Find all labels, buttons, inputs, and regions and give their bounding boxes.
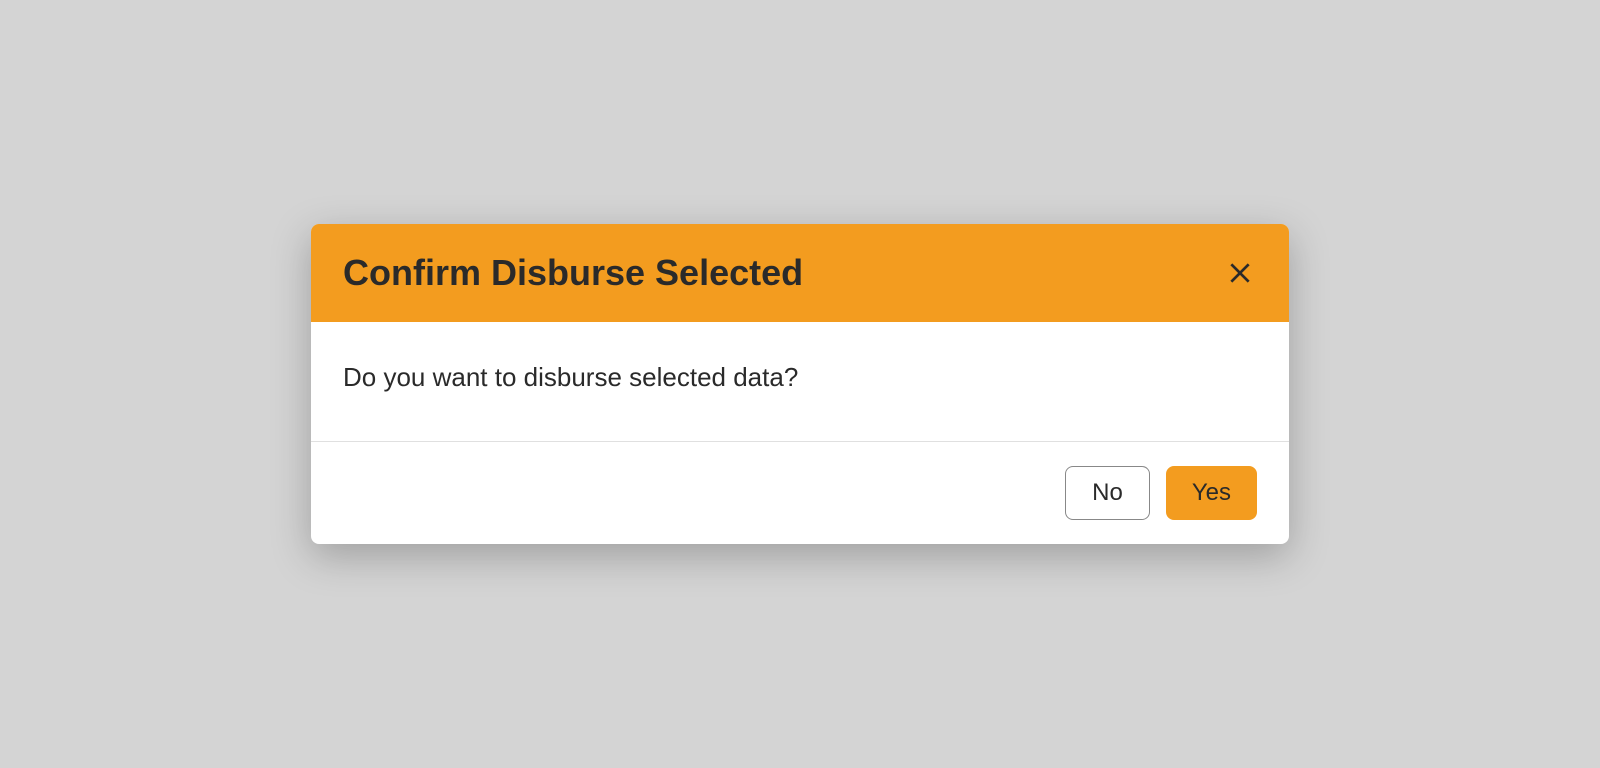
dialog-body: Do you want to disburse selected data? [311, 322, 1289, 442]
no-button[interactable]: No [1065, 466, 1150, 520]
close-icon [1227, 260, 1253, 286]
yes-button[interactable]: Yes [1166, 466, 1257, 520]
dialog-footer: No Yes [311, 442, 1289, 544]
dialog-message: Do you want to disburse selected data? [343, 362, 1257, 393]
confirm-dialog: Confirm Disburse Selected Do you want to… [311, 224, 1289, 544]
dialog-header: Confirm Disburse Selected [311, 224, 1289, 322]
dialog-title: Confirm Disburse Selected [343, 252, 803, 294]
close-button[interactable] [1223, 256, 1257, 290]
